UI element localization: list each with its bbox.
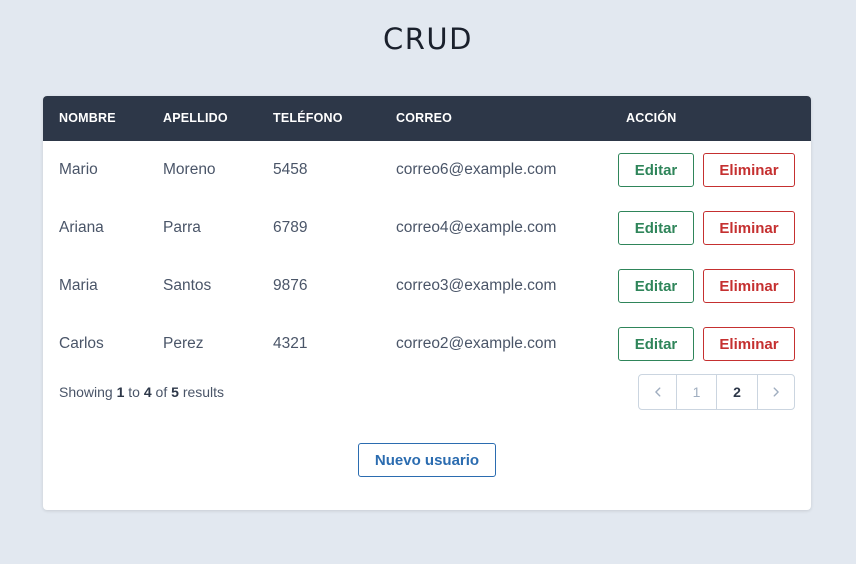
chevron-right-icon — [773, 387, 779, 397]
pagination: 1 2 — [638, 374, 795, 410]
edit-button[interactable]: Editar — [618, 211, 694, 245]
showing-of-word: of — [155, 384, 168, 400]
delete-button[interactable]: Eliminar — [703, 211, 795, 245]
edit-button[interactable]: Editar — [618, 269, 694, 303]
showing-to: 4 — [143, 384, 152, 400]
page-title: CRUD — [383, 22, 473, 56]
table-row: Carlos Perez 4321 correo2@example.com Ed… — [43, 315, 811, 373]
cell-apellido: Moreno — [163, 161, 216, 178]
column-header-telefono: TELÉFONO — [273, 111, 343, 125]
results-summary: Showing 1 to 4 of 5 results — [59, 384, 224, 400]
cell-correo: correo3@example.com — [396, 277, 557, 294]
showing-total: 5 — [171, 384, 179, 400]
cell-correo: correo6@example.com — [396, 161, 557, 178]
showing-prefix: Showing — [59, 384, 113, 400]
showing-from: 1 — [116, 384, 125, 400]
cell-correo: correo4@example.com — [396, 219, 557, 236]
delete-button[interactable]: Eliminar — [703, 153, 795, 187]
cell-apellido: Santos — [163, 277, 212, 294]
cell-nombre: Mario — [59, 161, 98, 178]
page-button-2[interactable]: 2 — [717, 375, 758, 409]
table-row: Mario Moreno 5458 correo6@example.com Ed… — [43, 141, 811, 199]
chevron-left-icon — [654, 387, 660, 397]
previous-page-button[interactable] — [639, 375, 677, 409]
cell-correo: correo2@example.com — [396, 335, 557, 352]
showing-to-word: to — [128, 384, 140, 400]
table-row: Maria Santos 9876 correo3@example.com Ed… — [43, 257, 811, 315]
cell-telefono: 9876 — [273, 277, 308, 294]
page-button-1[interactable]: 1 — [677, 375, 717, 409]
edit-button[interactable]: Editar — [618, 327, 694, 361]
cell-nombre: Ariana — [59, 219, 104, 236]
delete-button[interactable]: Eliminar — [703, 327, 795, 361]
column-header-accion: ACCIÓN — [626, 111, 677, 125]
cell-nombre: Maria — [59, 277, 98, 294]
column-header-correo: CORREO — [396, 111, 453, 125]
cell-apellido: Parra — [163, 219, 201, 236]
users-table-card: NOMBRE APELLIDO TELÉFONO CORREO ACCIÓN M… — [43, 96, 811, 510]
column-header-nombre: NOMBRE — [59, 111, 116, 125]
table-row: Ariana Parra 6789 correo4@example.com Ed… — [43, 199, 811, 257]
cell-telefono: 5458 — [273, 161, 308, 178]
cell-nombre: Carlos — [59, 335, 104, 352]
showing-results-word: results — [182, 384, 225, 400]
cell-apellido: Perez — [163, 335, 204, 352]
delete-button[interactable]: Eliminar — [703, 269, 795, 303]
cell-telefono: 4321 — [273, 335, 308, 352]
new-user-button[interactable]: Nuevo usuario — [358, 443, 496, 477]
edit-button[interactable]: Editar — [618, 153, 694, 187]
table-header: NOMBRE APELLIDO TELÉFONO CORREO ACCIÓN — [43, 96, 811, 141]
next-page-button[interactable] — [758, 375, 794, 409]
cell-telefono: 6789 — [273, 219, 308, 236]
column-header-apellido: APELLIDO — [163, 111, 228, 125]
